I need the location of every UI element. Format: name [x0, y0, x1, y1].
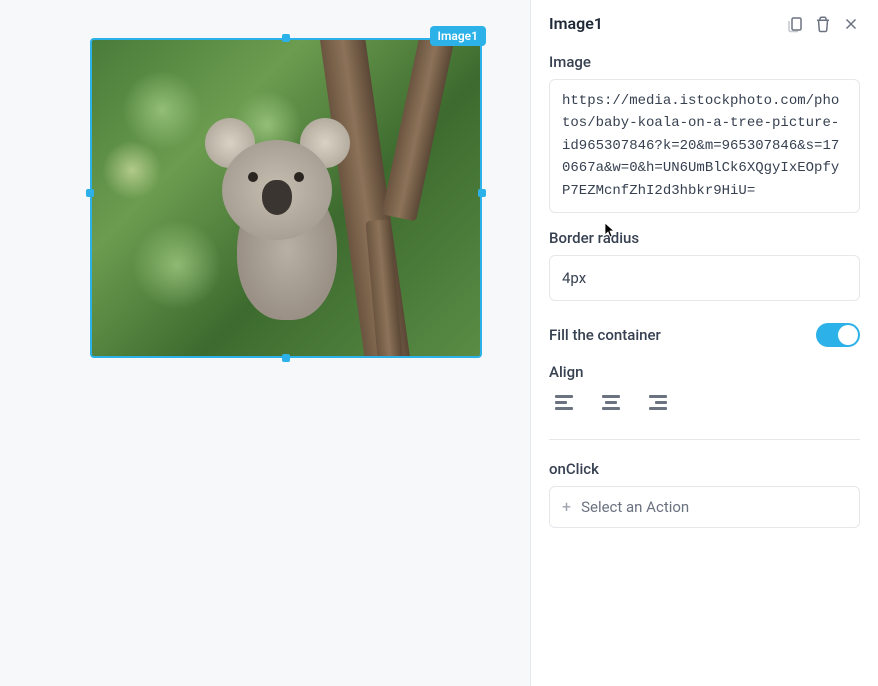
properties-panel: Image1 Image https://media.istockphoto.c…	[530, 0, 878, 686]
fill-container-label: Fill the container	[549, 326, 661, 344]
resize-handle-bottom[interactable]	[282, 354, 290, 362]
image-widget[interactable]	[90, 38, 482, 358]
image-url-field-group: Image https://media.istockphoto.com/phot…	[549, 53, 860, 213]
copy-icon[interactable]	[786, 15, 804, 33]
image-preview	[92, 40, 480, 356]
fill-container-toggle[interactable]	[816, 323, 860, 347]
align-center-button[interactable]	[599, 393, 623, 413]
close-icon[interactable]	[842, 15, 860, 33]
border-radius-field-group: Border radius	[549, 229, 860, 301]
border-radius-label: Border radius	[549, 229, 860, 247]
delete-icon[interactable]	[814, 15, 832, 33]
section-divider	[549, 439, 860, 440]
panel-header: Image1	[531, 0, 878, 47]
border-radius-input[interactable]	[549, 255, 860, 301]
image-widget-wrapper[interactable]: Image1	[90, 28, 482, 358]
onclick-placeholder: Select an Action	[581, 498, 689, 516]
panel-title: Image1	[549, 14, 603, 33]
fill-container-row: Fill the container	[549, 317, 860, 347]
image-url-input[interactable]: https://media.istockphoto.com/photos/bab…	[549, 79, 860, 213]
widget-selection-label: Image1	[430, 26, 486, 46]
align-left-button[interactable]	[555, 393, 579, 413]
align-field-group: Align	[549, 363, 860, 413]
onclick-field-group: onClick + Select an Action	[549, 460, 860, 528]
align-label: Align	[549, 363, 860, 381]
resize-handle-left[interactable]	[86, 189, 94, 197]
image-url-label: Image	[549, 53, 860, 71]
onclick-action-select[interactable]: + Select an Action	[549, 486, 860, 528]
onclick-label: onClick	[549, 460, 860, 478]
resize-handle-top[interactable]	[282, 34, 290, 42]
align-right-button[interactable]	[643, 393, 667, 413]
resize-handle-right[interactable]	[478, 189, 486, 197]
canvas-area[interactable]: Image1	[0, 0, 530, 686]
plus-icon: +	[562, 499, 571, 515]
